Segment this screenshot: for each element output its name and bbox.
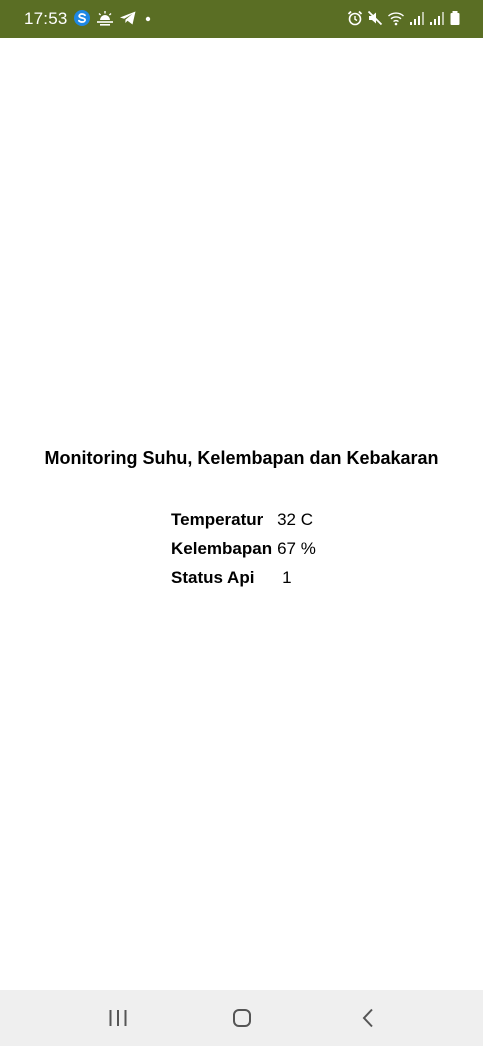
status-time: 17:53: [24, 9, 68, 28]
battery-icon: [449, 10, 461, 26]
status-right-icons: [347, 10, 461, 26]
back-icon: [357, 1008, 381, 1034]
fire-status-value: 1: [282, 567, 292, 587]
fire-status-label: Status Api: [171, 567, 255, 587]
signal-icon: [409, 10, 425, 26]
home-button[interactable]: [230, 1006, 254, 1030]
page-title: Monitoring Suhu, Kelembapan dan Kebakara…: [44, 448, 439, 468]
navigation-bar: [0, 990, 483, 1046]
humidity-value: 67 %: [277, 538, 316, 558]
alarm-icon: [347, 10, 363, 26]
weather-icon: [96, 10, 114, 26]
app-s-icon: [73, 9, 91, 27]
telegram-icon: [119, 10, 137, 26]
sensor-table: Temperatur 32 C Kelembapan 67 % Status A…: [171, 505, 316, 592]
table-row: Status Api 1: [171, 563, 316, 592]
main-content: Monitoring Suhu, Kelembapan dan Kebakara…: [0, 38, 483, 990]
back-button[interactable]: [357, 1006, 381, 1030]
mute-icon: [367, 10, 383, 26]
humidity-label: Kelembapan: [171, 538, 273, 558]
temperature-label: Temperatur: [171, 509, 264, 529]
status-left-icons: [73, 9, 154, 27]
table-row: Kelembapan 67 %: [171, 534, 316, 563]
signal-icon: [429, 10, 445, 26]
wifi-icon: [387, 10, 405, 26]
status-bar: 17:53: [0, 0, 483, 38]
notification-dot-icon: [142, 10, 154, 26]
temperature-value: 32 C: [277, 509, 314, 529]
recents-button[interactable]: [106, 1006, 130, 1030]
home-icon: [230, 1009, 254, 1034]
table-row: Temperatur 32 C: [171, 505, 316, 534]
recents-icon: [106, 1010, 130, 1034]
